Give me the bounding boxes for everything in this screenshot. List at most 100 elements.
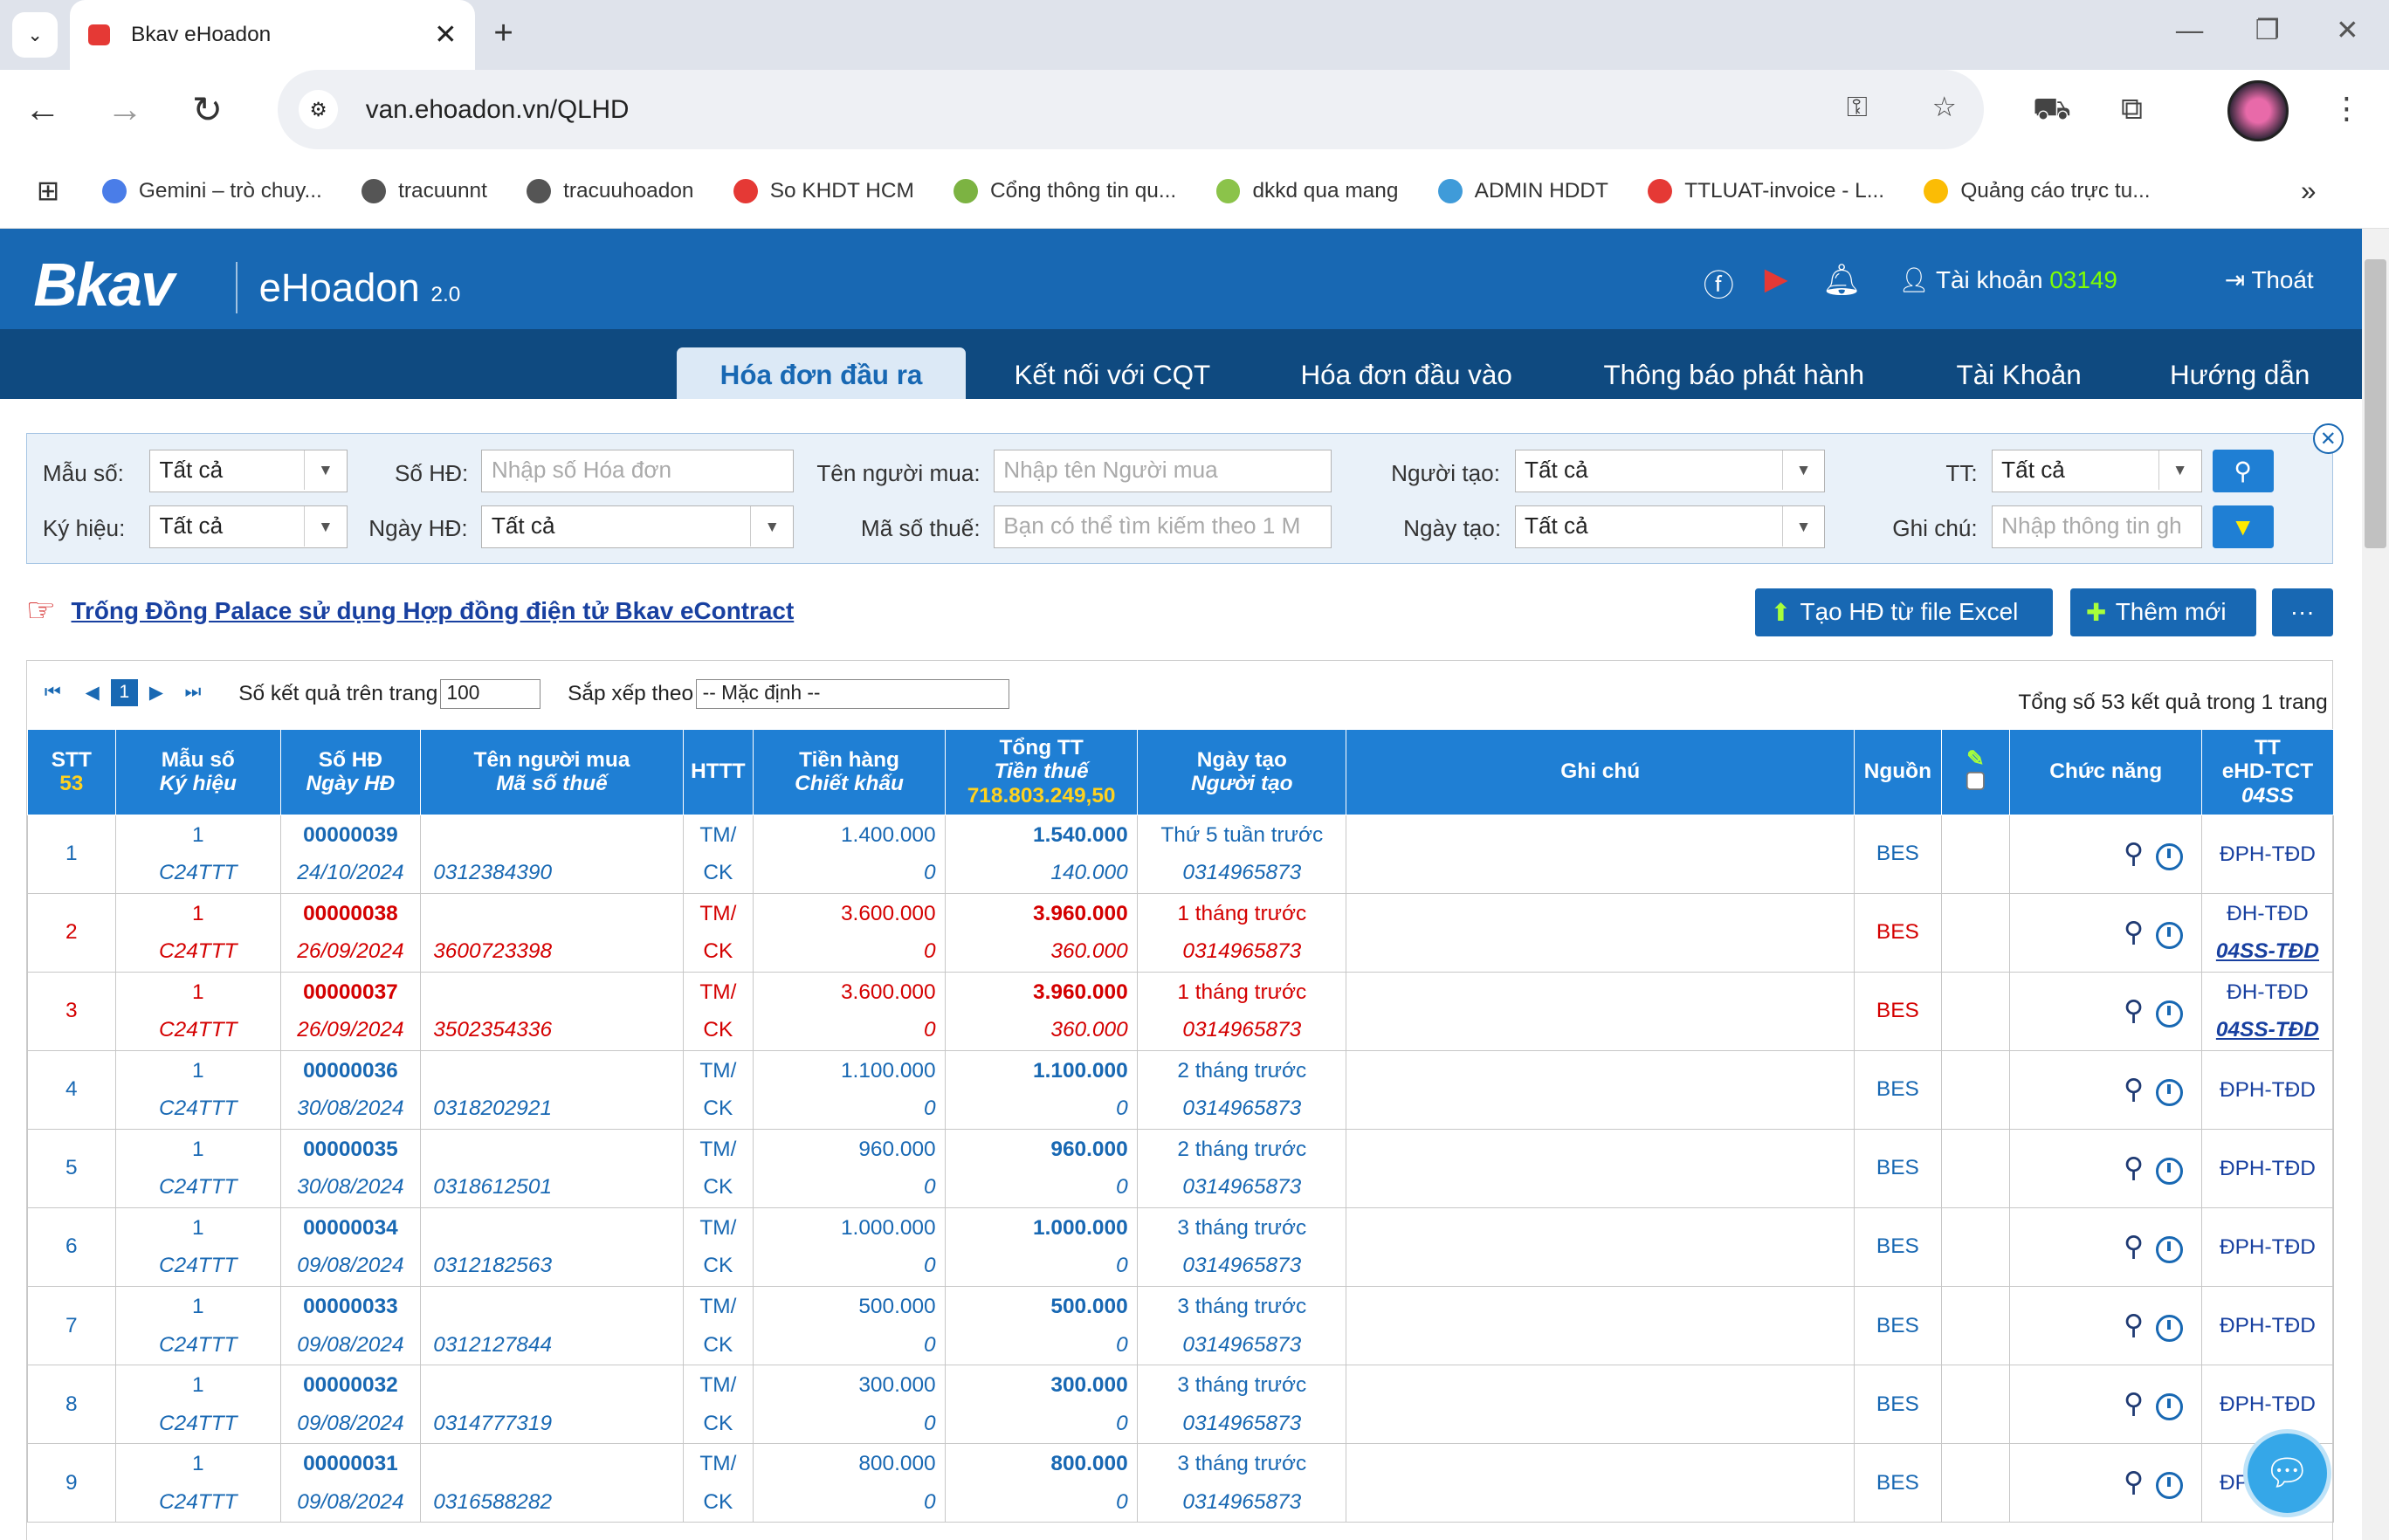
profile-avatar[interactable]	[2227, 80, 2289, 142]
bookmark-item[interactable]: Cổng thông tin qu...	[954, 179, 1176, 204]
cell-so-hd[interactable]: 00000035 30/08/2024	[279, 1128, 422, 1208]
chat-support-button[interactable]: 💬︎	[2242, 1428, 2331, 1517]
bookmark-item[interactable]: tracuunnt	[361, 179, 487, 204]
tab-ket-noi-cqt[interactable]: Kết nối với CQT	[990, 347, 1234, 399]
url-text[interactable]: van.ehoadon.vn/QLHD	[366, 95, 630, 125]
tab-hoa-don-dau-vao[interactable]: Hóa đơn đầu vào	[1280, 347, 1533, 399]
cell-select[interactable]	[1940, 971, 2011, 1051]
tt-04ss-link[interactable]: 04SS-TĐD	[2216, 1018, 2319, 1042]
cell-so-hd[interactable]: 00000033 09/08/2024	[279, 1286, 422, 1366]
so-hd-value[interactable]: 00000036	[281, 1052, 421, 1090]
so-hd-value[interactable]: 00000039	[281, 816, 421, 855]
key-icon[interactable]: ⚿	[1847, 92, 1868, 124]
site-settings-icon[interactable]: ⚙	[299, 89, 339, 130]
so-hd-input[interactable]: Nhập số Hóa đơn	[481, 449, 795, 492]
cell-select[interactable]	[1940, 1207, 2011, 1287]
cell-so-hd[interactable]: 00000037 26/09/2024	[279, 971, 422, 1051]
next-page-icon[interactable]: ▶	[142, 679, 169, 706]
per-page-select[interactable]: 100	[439, 678, 540, 710]
bkav-logo[interactable]: Bkav	[33, 250, 175, 320]
cell-select[interactable]	[1940, 1365, 2011, 1445]
history-clock-icon[interactable]	[2155, 1392, 2184, 1421]
so-hd-value[interactable]: 00000034	[281, 1209, 421, 1248]
mau-so-select[interactable]: Tất cả ▼	[149, 449, 348, 492]
so-hd-value[interactable]: 00000038	[281, 895, 421, 933]
close-window-icon[interactable]: ✕	[2336, 15, 2358, 46]
cell-so-hd[interactable]: 00000032 09/08/2024	[279, 1365, 422, 1445]
cell-select[interactable]	[1940, 1443, 2011, 1523]
table-row[interactable]: 6 1 C24TTT 00000034 09/08/2024 0312182563 …	[26, 1207, 2334, 1287]
table-row[interactable]: 2 1 C24TTT 00000038 26/09/2024 3600723398 …	[26, 892, 2334, 973]
table-row[interactable]: 1 1 C24TTT 00000039 24/10/2024 0312384390 …	[26, 814, 2334, 894]
more-bookmarks-icon[interactable]: »	[2301, 175, 2316, 207]
ghi-chu-input[interactable]: Nhập thông tin gh	[1991, 505, 2202, 549]
sort-select[interactable]: -- Mặc định --	[695, 678, 1010, 710]
tt-04ss-link[interactable]: 04SS-TĐD	[2216, 939, 2319, 963]
cell-select[interactable]	[1940, 814, 2011, 894]
back-icon[interactable]: ←	[24, 88, 61, 130]
cell-so-hd[interactable]: 00000036 30/08/2024	[279, 1049, 422, 1130]
ten-nguoi-mua-input[interactable]: Nhập tên Người mua	[993, 449, 1332, 492]
view-search-icon[interactable]: ⚲	[2124, 1310, 2144, 1341]
so-hd-value[interactable]: 00000037	[281, 973, 421, 1012]
close-filter-icon[interactable]: ✕	[2312, 423, 2344, 454]
new-tab-button[interactable]: +	[493, 14, 513, 52]
tab-hoa-don-dau-ra[interactable]: Hóa đơn đầu ra	[676, 347, 967, 400]
so-hd-value[interactable]: 00000032	[281, 1366, 421, 1405]
cell-select[interactable]	[1940, 892, 2011, 973]
cell-so-hd[interactable]: 00000031 09/08/2024	[279, 1443, 422, 1523]
bookmark-item[interactable]: tracuuhoadon	[527, 179, 694, 204]
address-bar[interactable]: ⚙ van.ehoadon.vn/QLHD ⚿ ☆	[277, 70, 1984, 149]
bookmark-item[interactable]: Gemini – trò chuy...	[102, 179, 322, 204]
bookmark-item[interactable]: Quảng cáo trực tu...	[1924, 179, 2151, 204]
so-hd-value[interactable]: 00000031	[281, 1445, 421, 1483]
history-clock-icon[interactable]	[2155, 842, 2184, 870]
view-search-icon[interactable]: ⚲	[2124, 1231, 2144, 1262]
econtract-link[interactable]: Trống Đồng Palace sử dụng Hợp đồng điện …	[72, 597, 795, 625]
bookmark-item[interactable]: ADMIN HDDT	[1437, 179, 1608, 204]
apps-grid-icon[interactable]: ⊞	[37, 175, 59, 207]
history-clock-icon[interactable]	[2155, 1000, 2184, 1028]
current-page[interactable]: 1	[110, 678, 139, 706]
restore-icon[interactable]: ❐	[2255, 15, 2280, 46]
view-search-icon[interactable]: ⚲	[2124, 838, 2144, 870]
create-from-excel-button[interactable]: ⬆ Tạo HĐ từ file Excel	[1755, 588, 2053, 637]
cell-select[interactable]	[1940, 1286, 2011, 1366]
bookmark-item[interactable]: So KHDT HCM	[733, 179, 914, 204]
filter-button[interactable]: ▼	[2212, 505, 2274, 549]
facebook-icon[interactable]: ⓕ	[1704, 262, 1734, 306]
ngay-tao-select[interactable]: Tất cả ▼	[1514, 505, 1826, 549]
view-search-icon[interactable]: ⚲	[2124, 1467, 2144, 1498]
so-hd-value[interactable]: 00000033	[281, 1288, 421, 1326]
history-clock-icon[interactable]	[2155, 1078, 2184, 1107]
reload-icon[interactable]: ↻	[192, 88, 223, 131]
add-new-button[interactable]: ✚ Thêm mới	[2070, 588, 2257, 637]
view-search-icon[interactable]: ⚲	[2124, 995, 2144, 1027]
view-search-icon[interactable]: ⚲	[2124, 1152, 2144, 1184]
last-page-icon[interactable]: ⏭	[179, 679, 206, 706]
cell-select[interactable]	[1940, 1128, 2011, 1208]
ngay-hd-select[interactable]: Tất cả ▼	[481, 505, 795, 549]
menu-icon[interactable]: ⋮	[2331, 92, 2362, 127]
history-clock-icon[interactable]	[2155, 1157, 2184, 1186]
tab-huong-dan[interactable]: Hướng dẫn	[2148, 347, 2330, 399]
page-scrollbar[interactable]	[2361, 228, 2389, 1540]
tab-thong-bao-phat-hanh[interactable]: Thông báo phát hành	[1585, 347, 1883, 399]
star-icon[interactable]: ☆	[1932, 92, 1957, 123]
history-clock-icon[interactable]	[2155, 1235, 2184, 1264]
tt-select[interactable]: Tất cả ▼	[1991, 449, 2202, 492]
table-row[interactable]: 3 1 C24TTT 00000037 26/09/2024 3502354336 …	[26, 971, 2334, 1051]
youtube-icon[interactable]: ▶	[1765, 262, 1788, 297]
account-menu[interactable]: 👤︎ Tài khoản 03149	[1898, 265, 2117, 294]
history-clock-icon[interactable]	[2155, 921, 2184, 949]
bookmark-item[interactable]: TTLUAT-invoice - L...	[1648, 179, 1884, 204]
bell-icon[interactable]: 🔔︎	[1822, 262, 1861, 298]
forward-icon[interactable]: →	[107, 88, 143, 130]
cell-so-hd[interactable]: 00000039 24/10/2024	[279, 814, 422, 894]
view-search-icon[interactable]: ⚲	[2124, 1074, 2144, 1105]
prev-page-icon[interactable]: ◀	[79, 679, 106, 706]
ky-hieu-select[interactable]: Tất cả ▼	[149, 505, 348, 549]
first-page-icon[interactable]: ⏮	[39, 679, 66, 706]
view-search-icon[interactable]: ⚲	[2124, 1388, 2144, 1420]
browser-tab[interactable]: Bkav eHoadon ✕	[70, 0, 476, 71]
